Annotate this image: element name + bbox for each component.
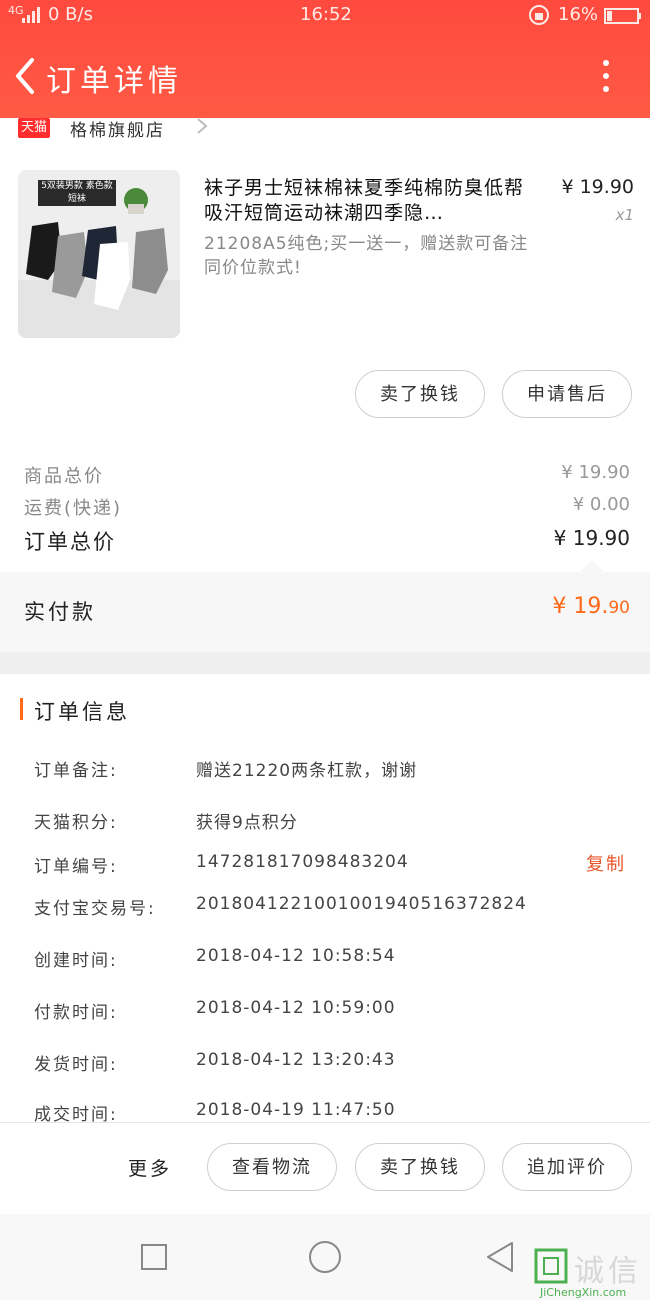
goods-total-value: ¥ 19.90	[561, 462, 630, 483]
signal-icon	[22, 7, 40, 23]
battery-icon	[604, 8, 641, 24]
order-number-label: 订单编号:	[34, 857, 118, 877]
shipped-time-value: 2018-04-12 13:20:43	[196, 1050, 396, 1070]
shipping-label: 运费(快递)	[24, 498, 123, 519]
battery-percent: 16%	[558, 4, 599, 25]
order-info-title: 订单信息	[34, 700, 130, 724]
order-number-value: 147281817098483204	[196, 852, 409, 872]
watermark-url: JiChengXin.com	[540, 1286, 627, 1299]
back-arrow-icon[interactable]	[10, 56, 46, 96]
image-caption: 5双装男款 素色款短袜	[38, 180, 116, 206]
watermark-text: 诚信	[574, 1254, 642, 1289]
network-speed: 0 B/s	[48, 4, 93, 25]
product-thumbnail[interactable]: 5双装男款 素色款短袜	[18, 170, 180, 338]
recents-icon[interactable]	[140, 1243, 168, 1271]
points-value: 获得9点积分	[196, 813, 298, 833]
sell-for-cash-button[interactable]: 卖了换钱	[355, 370, 485, 418]
order-note-value: 赠送21220两条杠款，谢谢	[196, 761, 418, 781]
rotation-lock-icon	[529, 5, 549, 25]
product-title[interactable]: 袜子男士短袜棉袜夏季纯棉防臭低帮吸汗短筒运动袜潮四季隐…	[204, 176, 534, 226]
more-actions-button[interactable]: 更多	[128, 1154, 172, 1181]
product-quantity: x1	[615, 206, 634, 224]
created-time-label: 创建时间:	[34, 951, 118, 971]
paid-label: 实付款	[24, 600, 96, 624]
points-label: 天猫积分:	[34, 813, 118, 833]
back-triangle-icon[interactable]	[484, 1240, 516, 1274]
sell-for-cash-bottom-button[interactable]: 卖了换钱	[355, 1143, 485, 1191]
more-menu-button[interactable]	[590, 56, 622, 96]
product-price: ¥ 19.90	[561, 176, 634, 198]
chevron-right-icon[interactable]	[195, 116, 209, 136]
order-note-label: 订单备注:	[34, 761, 118, 781]
completed-time-value: 2018-04-19 11:47:50	[196, 1100, 396, 1120]
shipped-time-label: 发货时间:	[34, 1055, 118, 1075]
created-time-value: 2018-04-12 10:58:54	[196, 946, 396, 966]
product-spec: 21208A5纯色;买一送一，赠送款可备注同价位款式!	[204, 234, 529, 278]
home-icon[interactable]	[308, 1240, 342, 1274]
paid-amount-decimal: 90	[608, 598, 630, 618]
alipay-trade-label: 支付宝交易号:	[34, 899, 156, 919]
goods-total-label: 商品总价	[24, 466, 104, 487]
paid-time-label: 付款时间:	[34, 1003, 118, 1023]
request-after-sale-button[interactable]: 申请售后	[502, 370, 632, 418]
notch-decoration	[580, 560, 604, 572]
section-accent-bar	[20, 698, 23, 720]
paid-amount: ¥ 19.90	[480, 594, 630, 619]
paid-time-value: 2018-04-12 10:59:00	[196, 998, 396, 1018]
add-review-button[interactable]: 追加评价	[502, 1143, 632, 1191]
tmall-badge: 天猫	[18, 118, 50, 138]
alipay-trade-value: 2018041221001001940516372824	[196, 894, 527, 914]
order-total-label: 订单总价	[24, 530, 116, 554]
status-time: 16:52	[300, 4, 352, 25]
paid-amount-main: ¥ 19.	[552, 594, 609, 619]
view-logistics-button[interactable]: 查看物流	[207, 1143, 337, 1191]
copy-button[interactable]: 复制	[586, 850, 626, 876]
shipping-value: ¥ 0.00	[572, 494, 630, 515]
watermark-logo-icon	[534, 1248, 568, 1284]
store-name[interactable]: 格棉旗舰店	[70, 116, 165, 141]
page-title: 订单详情	[46, 64, 182, 99]
section-divider	[0, 652, 650, 674]
order-total-value: ¥ 19.90	[553, 526, 630, 550]
